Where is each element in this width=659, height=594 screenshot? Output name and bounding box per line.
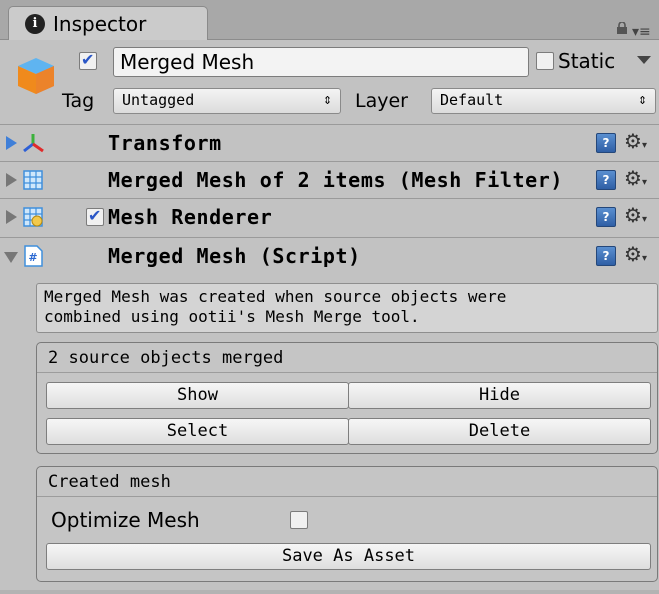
save-as-asset-button[interactable]: Save As Asset bbox=[46, 543, 651, 570]
script-help-box: Merged Mesh was created when source obje… bbox=[36, 283, 658, 333]
component-transform[interactable]: Transform ? ⚙▾ bbox=[0, 124, 659, 160]
component-mesh-renderer[interactable]: Mesh Renderer ? ⚙▾ bbox=[0, 198, 659, 234]
source-objects-group: 2 source objects merged Show Hide Select… bbox=[36, 342, 658, 454]
gameobject-cube-icon bbox=[18, 58, 54, 94]
tag-dropdown-value: Untagged bbox=[122, 91, 195, 109]
select-button[interactable]: Select bbox=[46, 418, 349, 445]
component-label: Merged Mesh of 2 items (Mesh Filter) bbox=[108, 168, 564, 192]
csharp-script-icon: # bbox=[24, 245, 43, 267]
gear-icon[interactable]: ⚙▾ bbox=[624, 129, 647, 153]
static-dropdown-arrow-icon[interactable] bbox=[637, 56, 651, 64]
foldout-arrow-icon[interactable] bbox=[6, 210, 17, 224]
mesh-filter-icon bbox=[23, 170, 43, 190]
layer-dropdown[interactable]: Default ⇕ bbox=[431, 88, 656, 114]
panel-menu-icon[interactable]: ▾≡ bbox=[632, 24, 651, 40]
tab-inspector[interactable]: i Inspector bbox=[8, 6, 208, 40]
help-book-icon[interactable]: ? bbox=[596, 207, 616, 227]
foldout-arrow-icon[interactable] bbox=[6, 136, 17, 150]
help-book-icon[interactable]: ? bbox=[596, 246, 616, 266]
component-label: Mesh Renderer bbox=[108, 205, 273, 229]
show-button[interactable]: Show bbox=[46, 382, 349, 409]
gear-icon[interactable]: ⚙▾ bbox=[624, 203, 647, 227]
source-objects-title: 2 source objects merged bbox=[37, 343, 657, 373]
help-book-icon[interactable]: ? bbox=[596, 133, 616, 153]
mesh-renderer-icon bbox=[23, 207, 43, 227]
mesh-renderer-enabled-checkbox[interactable] bbox=[86, 206, 104, 226]
tab-strip: i Inspector ▾≡ bbox=[0, 0, 659, 40]
panel-bottom-edge bbox=[0, 590, 659, 594]
optimize-mesh-label: Optimize Mesh bbox=[51, 508, 200, 532]
static-checkbox[interactable] bbox=[536, 52, 554, 70]
transform-axes-icon bbox=[23, 134, 44, 153]
object-name-field[interactable]: Merged Mesh bbox=[113, 47, 529, 77]
optimize-mesh-checkbox[interactable] bbox=[290, 511, 308, 529]
info-icon: i bbox=[25, 14, 45, 34]
updown-icon: ⇕ bbox=[637, 90, 647, 108]
hide-button[interactable]: Hide bbox=[348, 382, 651, 409]
component-mesh-filter[interactable]: Merged Mesh of 2 items (Mesh Filter) ? ⚙… bbox=[0, 161, 659, 197]
foldout-arrow-icon[interactable] bbox=[6, 173, 17, 187]
static-label: Static bbox=[558, 49, 616, 73]
gear-icon[interactable]: ⚙▾ bbox=[624, 242, 647, 266]
gear-icon[interactable]: ⚙▾ bbox=[624, 166, 647, 190]
lock-icon[interactable] bbox=[615, 22, 629, 34]
created-mesh-group: Created mesh Optimize Mesh Save As Asset bbox=[36, 466, 658, 582]
foldout-arrow-icon[interactable] bbox=[4, 252, 18, 263]
layer-dropdown-value: Default bbox=[440, 91, 504, 109]
component-label: Merged Mesh (Script) bbox=[108, 244, 361, 268]
active-checkbox[interactable] bbox=[79, 50, 97, 70]
help-book-icon[interactable]: ? bbox=[596, 170, 616, 190]
component-label: Transform bbox=[108, 131, 222, 155]
tab-title: Inspector bbox=[53, 12, 147, 36]
tag-label: Tag bbox=[62, 90, 95, 112]
help-text-line: combined using ootii's Mesh Merge tool. bbox=[44, 307, 420, 326]
created-mesh-title: Created mesh bbox=[37, 467, 657, 497]
svg-text:#: # bbox=[28, 251, 37, 264]
component-merged-mesh-script[interactable]: # Merged Mesh (Script) ? ⚙▾ bbox=[0, 237, 659, 273]
tag-dropdown[interactable]: Untagged ⇕ bbox=[113, 88, 341, 114]
help-text-line: Merged Mesh was created when source obje… bbox=[44, 287, 507, 306]
layer-label: Layer bbox=[355, 90, 408, 112]
updown-icon: ⇕ bbox=[322, 90, 332, 108]
delete-button[interactable]: Delete bbox=[348, 418, 651, 445]
